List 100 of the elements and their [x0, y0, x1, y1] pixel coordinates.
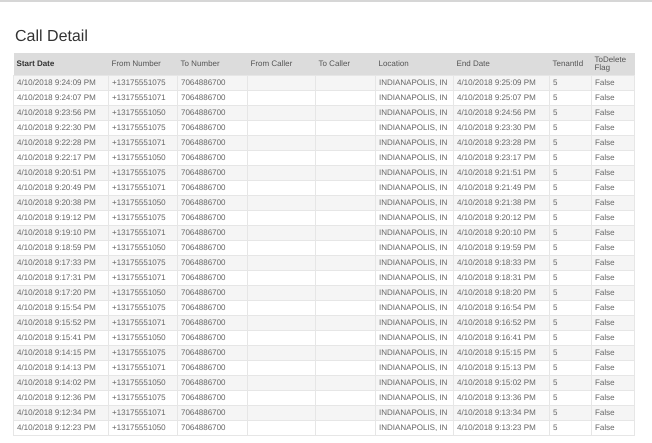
table-cell: INDIANAPOLIS, IN [376, 90, 454, 105]
table-cell: 7064886700 [178, 300, 248, 315]
table-cell: 7064886700 [178, 285, 248, 300]
table-cell: 4/10/2018 9:15:02 PM [454, 375, 550, 390]
table-cell: +13175551050 [108, 285, 178, 300]
table-cell: False [592, 180, 634, 195]
table-cell: INDIANAPOLIS, IN [376, 345, 454, 360]
table-cell: 4/10/2018 9:14:13 PM [14, 360, 108, 375]
table-cell: 5 [550, 180, 592, 195]
table-cell: 7064886700 [178, 150, 248, 165]
table-cell: 4/10/2018 9:13:36 PM [454, 390, 550, 405]
table-cell: 5 [550, 165, 592, 180]
table-cell: 4/10/2018 9:25:09 PM [454, 75, 550, 90]
table-cell: 4/10/2018 9:14:02 PM [14, 375, 108, 390]
table-cell: 4/10/2018 9:24:07 PM [14, 90, 108, 105]
table-cell: 7064886700 [178, 90, 248, 105]
table-cell: False [592, 120, 634, 135]
table-cell: +13175551071 [108, 225, 178, 240]
table-cell: False [592, 240, 634, 255]
table-cell: 5 [550, 135, 592, 150]
table-cell: INDIANAPOLIS, IN [376, 315, 454, 330]
table-cell: 4/10/2018 9:22:17 PM [14, 150, 108, 165]
table-cell: INDIANAPOLIS, IN [376, 360, 454, 375]
table-cell: 4/10/2018 9:15:54 PM [14, 300, 108, 315]
table-cell: +13175551071 [108, 135, 178, 150]
table-cell: 4/10/2018 9:16:52 PM [454, 315, 550, 330]
table-cell: +13175551075 [108, 210, 178, 225]
table-cell: 4/10/2018 9:20:38 PM [14, 195, 108, 210]
table-cell: False [592, 225, 634, 240]
table-cell: 5 [550, 75, 592, 90]
column-header: ToDelete Flag [592, 53, 634, 75]
table-cell: 4/10/2018 9:16:54 PM [454, 300, 550, 315]
table-cell: False [592, 210, 634, 225]
table-cell: INDIANAPOLIS, IN [376, 225, 454, 240]
table-cell: 7064886700 [178, 120, 248, 135]
table-cell: INDIANAPOLIS, IN [376, 405, 454, 420]
table-cell: INDIANAPOLIS, IN [376, 195, 454, 210]
table-cell: 4/10/2018 9:18:31 PM [454, 270, 550, 285]
table-cell: 4/10/2018 9:12:36 PM [14, 390, 108, 405]
table-cell: INDIANAPOLIS, IN [376, 240, 454, 255]
table-cell: 7064886700 [178, 165, 248, 180]
table-cell: 5 [550, 345, 592, 360]
table-cell: +13175551075 [108, 75, 178, 90]
table-cell: +13175551050 [108, 195, 178, 210]
table-cell: +13175551071 [108, 180, 178, 195]
table-cell: +13175551050 [108, 330, 178, 345]
table-cell: 5 [550, 255, 592, 270]
table-cell: 4/10/2018 9:15:15 PM [454, 345, 550, 360]
table-cell: +13175551071 [108, 360, 178, 375]
table-cell: False [592, 150, 634, 165]
table-cell: 5 [550, 270, 592, 285]
table-cell: 4/10/2018 9:20:10 PM [454, 225, 550, 240]
table-cell: INDIANAPOLIS, IN [376, 270, 454, 285]
column-header: Start Date [14, 53, 108, 75]
table-cell: 5 [550, 225, 592, 240]
table-cell: 4/10/2018 9:23:17 PM [454, 150, 550, 165]
column-header: From Caller [248, 53, 316, 75]
table-cell: 5 [550, 240, 592, 255]
table-cell: 7064886700 [178, 315, 248, 330]
table-cell: INDIANAPOLIS, IN [376, 375, 454, 390]
table-cell: INDIANAPOLIS, IN [376, 210, 454, 225]
table-cell: 7064886700 [178, 255, 248, 270]
table-cell: 4/10/2018 9:21:49 PM [454, 180, 550, 195]
table-cell: 4/10/2018 9:20:12 PM [454, 210, 550, 225]
table-cell: 4/10/2018 9:18:20 PM [454, 285, 550, 300]
table-cell: 5 [550, 195, 592, 210]
table-cell: +13175551050 [108, 420, 178, 435]
column-header: Location [376, 53, 454, 75]
table-cell: False [592, 300, 634, 315]
table-cell: 5 [550, 405, 592, 420]
table-cell: +13175551075 [108, 120, 178, 135]
table-cell: 7064886700 [178, 405, 248, 420]
table-cell: 4/10/2018 9:13:23 PM [454, 420, 550, 435]
table-cell: 7064886700 [178, 195, 248, 210]
table-cell: 4/10/2018 9:23:56 PM [14, 105, 108, 120]
table-cell: 7064886700 [178, 240, 248, 255]
table-cell: False [592, 360, 634, 375]
table-cell: INDIANAPOLIS, IN [376, 120, 454, 135]
table-cell: False [592, 255, 634, 270]
table-cell: 4/10/2018 9:15:13 PM [454, 360, 550, 375]
table-cell: False [592, 285, 634, 300]
table-cell: 4/10/2018 9:17:20 PM [14, 285, 108, 300]
table-cell: +13175551071 [108, 405, 178, 420]
table-cell: False [592, 420, 634, 435]
table-cell: 4/10/2018 9:12:34 PM [14, 405, 108, 420]
table-cell: INDIANAPOLIS, IN [376, 255, 454, 270]
table-cell: 4/10/2018 9:24:56 PM [454, 105, 550, 120]
table-cell: 7064886700 [178, 390, 248, 405]
table-cell: INDIANAPOLIS, IN [376, 75, 454, 90]
table-cell: 4/10/2018 9:17:31 PM [14, 270, 108, 285]
table-cell: +13175551075 [108, 345, 178, 360]
table-cell: INDIANAPOLIS, IN [376, 150, 454, 165]
table-cell: 4/10/2018 9:25:07 PM [454, 90, 550, 105]
table-cell: INDIANAPOLIS, IN [376, 180, 454, 195]
column-header: End Date [454, 53, 550, 75]
table-cell: 4/10/2018 9:18:59 PM [14, 240, 108, 255]
table-cell: 4/10/2018 9:22:28 PM [14, 135, 108, 150]
table-cell: False [592, 390, 634, 405]
table-cell: +13175551071 [108, 315, 178, 330]
table-cell: 4/10/2018 9:12:23 PM [14, 420, 108, 435]
